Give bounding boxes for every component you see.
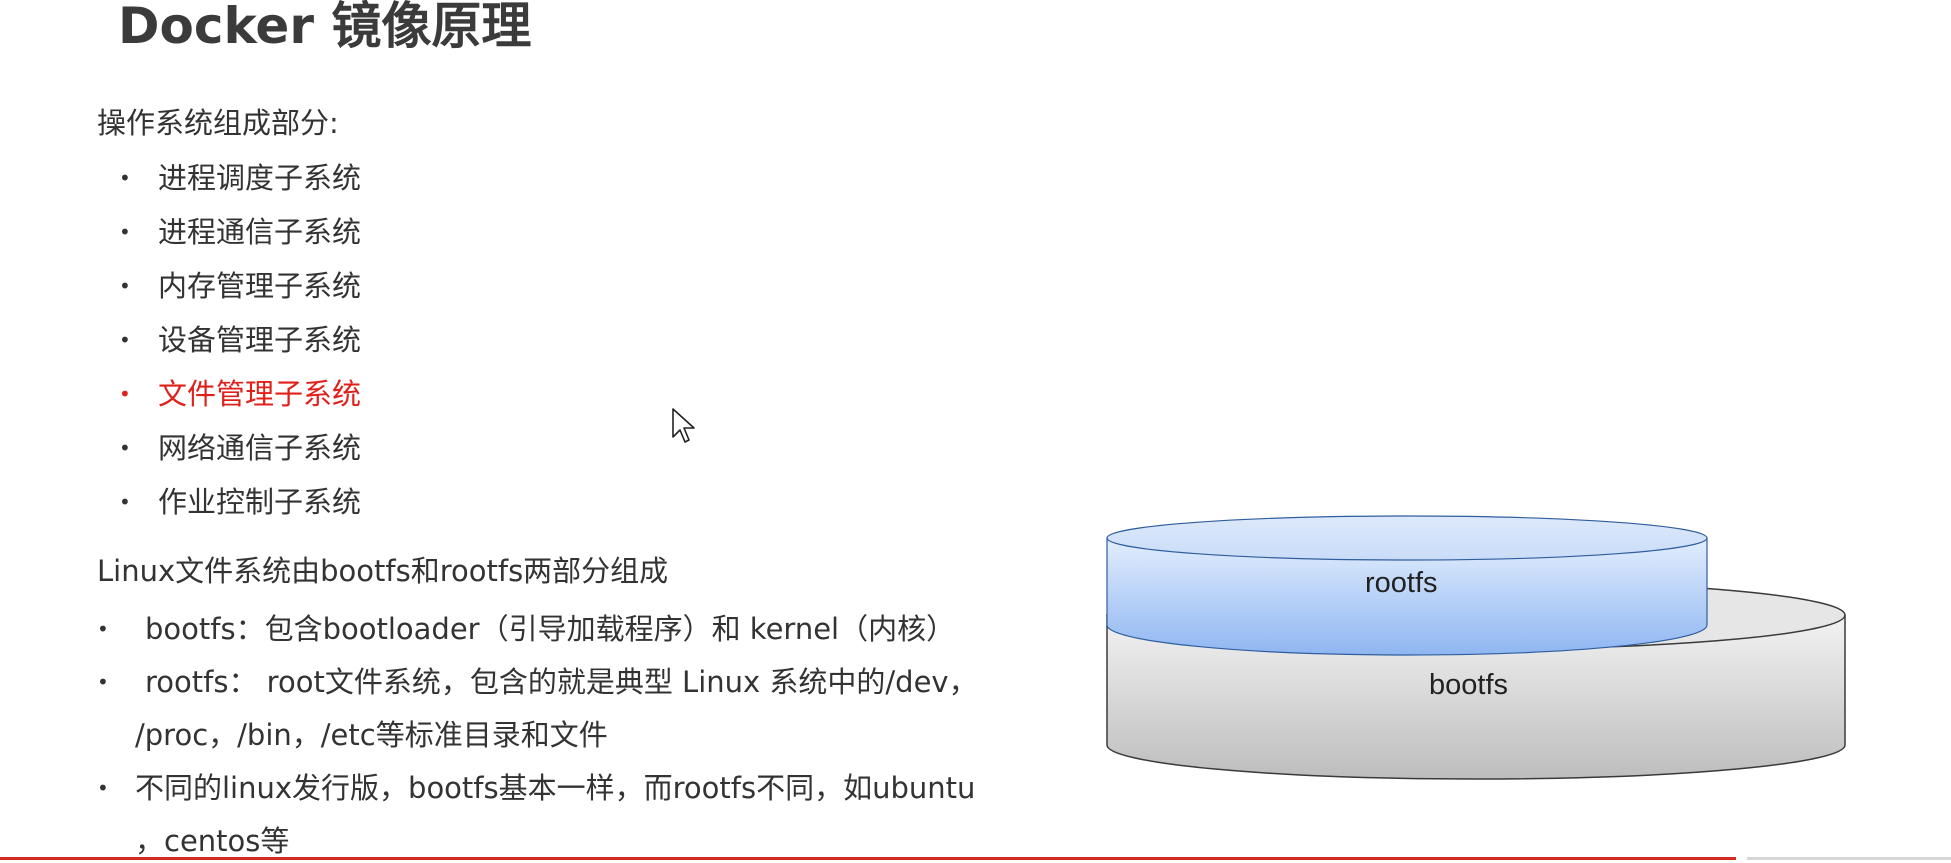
list-item-label: 进程通信子系统 bbox=[158, 215, 362, 249]
bootfs-label: bootfs bbox=[1429, 669, 1508, 701]
slide-title: Docker 镜像原理 bbox=[118, 0, 532, 55]
os-item-3: • 设备管理子系统 bbox=[115, 317, 361, 371]
os-item-0: • 进程调度子系统 bbox=[115, 155, 361, 209]
bullet-icon: • bbox=[97, 670, 109, 694]
filesystem-layers-diagram: rootfs bootfs bbox=[1100, 510, 1860, 794]
list-item-text: bootfs：包含bootloader（引导加载程序）和 kernel（内核） bbox=[145, 612, 956, 646]
os-item-1: • 进程通信子系统 bbox=[115, 209, 361, 263]
fs-item-distros: • 不同的linux发行版，bootfs基本一样，而rootfs不同，如ubun… bbox=[97, 762, 1017, 863]
os-item-4-highlighted: • 文件管理子系统 bbox=[115, 371, 361, 425]
os-components-list: • 进程调度子系统 • 进程通信子系统 • 内存管理子系统 • 设备管理子系统 • 文件管… bbox=[115, 155, 361, 533]
os-item-2: • 内存管理子系统 bbox=[115, 263, 361, 317]
bullet-icon: • bbox=[97, 617, 109, 641]
fs-item-bootfs: • bootfs：包含bootloader（引导加载程序）和 kernel（内核… bbox=[97, 603, 1017, 656]
rootfs-label: rootfs bbox=[1365, 567, 1438, 599]
mouse-pointer-icon bbox=[671, 407, 697, 449]
bullet-icon: • bbox=[97, 776, 109, 800]
bullet-icon: • bbox=[119, 274, 131, 298]
list-item-label: 设备管理子系统 bbox=[158, 323, 362, 357]
bullet-icon: • bbox=[119, 490, 131, 514]
fs-section-heading: Linux文件系统由bootfs和rootfs两部分组成 bbox=[97, 554, 669, 588]
list-item-text: 不同的linux发行版，bootfs基本一样，而rootfs不同，如ubuntu bbox=[135, 771, 976, 805]
list-item-text-continued: ，centos等 bbox=[135, 824, 290, 858]
slide-accent-bar bbox=[0, 857, 1736, 860]
list-item-text: rootfs： root文件系统，包含的就是典型 Linux 系统中的/dev， bbox=[145, 665, 978, 699]
bullet-icon: • bbox=[119, 220, 131, 244]
list-item-label: 网络通信子系统 bbox=[158, 431, 362, 465]
os-item-5: • 网络通信子系统 bbox=[115, 425, 361, 479]
bullet-icon: • bbox=[119, 382, 131, 406]
layers-svg bbox=[1106, 515, 1846, 780]
list-item-text-continued: /proc，/bin，/etc等标准目录和文件 bbox=[135, 718, 608, 752]
bullet-icon: • bbox=[119, 436, 131, 460]
list-item-label: 进程调度子系统 bbox=[158, 161, 362, 195]
bullet-icon: • bbox=[119, 328, 131, 352]
fs-components-list: • bootfs：包含bootloader（引导加载程序）和 kernel（内核… bbox=[97, 603, 1017, 863]
fs-item-rootfs: • rootfs： root文件系统，包含的就是典型 Linux 系统中的/de… bbox=[97, 656, 1017, 762]
slide-accent-bar-secondary bbox=[1747, 857, 1951, 860]
bullet-icon: • bbox=[119, 166, 131, 190]
list-item-label: 作业控制子系统 bbox=[158, 485, 362, 519]
os-item-6: • 作业控制子系统 bbox=[115, 479, 361, 533]
list-item-label: 文件管理子系统 bbox=[158, 377, 362, 411]
os-section-heading: 操作系统组成部分: bbox=[97, 106, 339, 140]
list-item-label: 内存管理子系统 bbox=[158, 269, 362, 303]
